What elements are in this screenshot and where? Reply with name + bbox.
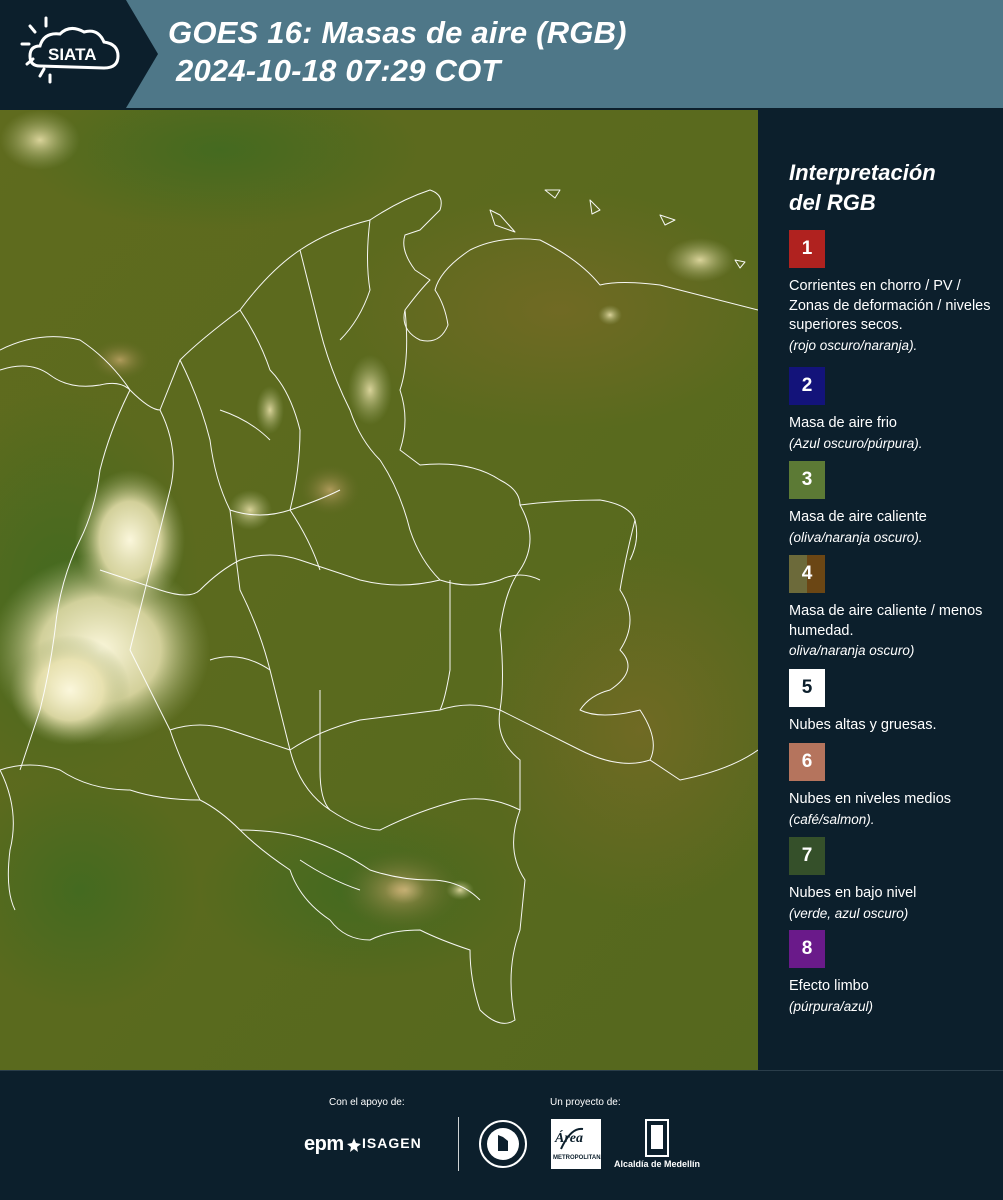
legend-swatch-6: 6 <box>789 743 825 781</box>
legend-swatch-1: 1 <box>789 230 825 268</box>
epm-logo: epm <box>304 1133 344 1155</box>
amva-logo: Área METROPOLITANA <box>551 1119 605 1169</box>
siata-logo: SIATA <box>0 0 160 108</box>
title-line-1: GOES 16: Masas de aire (RGB) <box>168 15 627 50</box>
project-label: Un proyecto de: <box>550 1097 621 1108</box>
legend-sub-4: oliva/naranja oscuro) <box>789 643 915 658</box>
footer-divider <box>458 1117 459 1171</box>
legend-swatch-2: 2 <box>789 367 825 405</box>
legend-title: Interpretación del RGB <box>789 158 936 218</box>
satellite-map[interactable] <box>0 110 758 1070</box>
legend-sub-1: (rojo oscuro/naranja). <box>789 337 918 353</box>
legend-panel: Interpretación del RGB 1 Corrientes en c… <box>758 108 1003 1070</box>
legend-swatch-8: 8 <box>789 930 825 968</box>
legend-sub-2: (Azul oscuro/púrpura). <box>789 435 923 451</box>
legend-swatch-4: 4 <box>789 555 825 593</box>
legend-sub-8: (púrpura/azul) <box>789 998 874 1014</box>
legend-item-2: 2 Masa de aire frio (Azul oscuro/púrpura… <box>789 367 999 453</box>
legend-swatch-3: 3 <box>789 461 825 499</box>
legend-text-4: Masa de aire caliente / menos humedad. <box>789 603 983 639</box>
siata-logo-text: SIATA <box>48 45 96 64</box>
legend-text-8: Efecto limbo <box>789 978 869 994</box>
isagen-mark-icon <box>347 1138 361 1152</box>
header-bar: SIATA GOES 16: Masas de aire (RGB) 2024-… <box>0 0 1003 108</box>
legend-sub-6: (café/salmon). <box>789 811 875 827</box>
legend-text-1: Corrientes en chorro / PV / Zonas de def… <box>789 278 991 333</box>
legend-text-3: Masa de aire caliente <box>789 509 927 525</box>
page-title: GOES 16: Masas de aire (RGB) 2024-10-18 … <box>168 14 627 90</box>
legend-item-4: 4 Masa de aire caliente / menos humedad.… <box>789 555 999 660</box>
amva-label: Área <box>555 1131 583 1146</box>
footer: Con el apoyo de: Un proyecto de: epm ISA… <box>0 1070 1003 1200</box>
medellin-shield-icon <box>645 1119 669 1157</box>
legend-text-5: Nubes altas y gruesas. <box>789 717 937 733</box>
title-line-2: 2024-10-18 07:29 COT <box>176 53 501 88</box>
legend-sub-3: (oliva/naranja oscuro). <box>789 529 923 545</box>
legend-text-2: Masa de aire frio <box>789 415 897 431</box>
support-label: Con el apoyo de: <box>329 1097 405 1108</box>
legend-sub-7: (verde, azul oscuro) <box>789 905 909 921</box>
legend-swatch-7: 7 <box>789 837 825 875</box>
medellin-label: Alcaldía de Medellín <box>613 1159 701 1169</box>
legend-text-6: Nubes en niveles medios <box>789 791 952 807</box>
legend-swatch-5: 5 <box>789 669 825 707</box>
legend-item-8: 8 Efecto limbo (púrpura/azul) <box>789 930 999 1016</box>
legend-item-5: 5 Nubes altas y gruesas. <box>789 669 999 736</box>
seal-icon <box>479 1120 527 1168</box>
isagen-logo: ISAGEN <box>362 1135 422 1151</box>
legend-item-1: 1 Corrientes en chorro / PV / Zonas de d… <box>789 230 999 355</box>
legend-item-7: 7 Nubes en bajo nivel (verde, azul oscur… <box>789 837 999 923</box>
legend-title-line-2: del RGB <box>789 190 876 215</box>
legend-item-3: 3 Masa de aire caliente (oliva/naranja o… <box>789 461 999 547</box>
legend-item-6: 6 Nubes en niveles medios (café/salmon). <box>789 743 999 829</box>
amva-sub-label: METROPOLITANA <box>553 1155 605 1161</box>
alcaldia-medellin-logo: Alcaldía de Medellín <box>612 1119 702 1171</box>
legend-title-line-1: Interpretación <box>789 160 936 185</box>
legend-text-7: Nubes en bajo nivel <box>789 885 917 901</box>
